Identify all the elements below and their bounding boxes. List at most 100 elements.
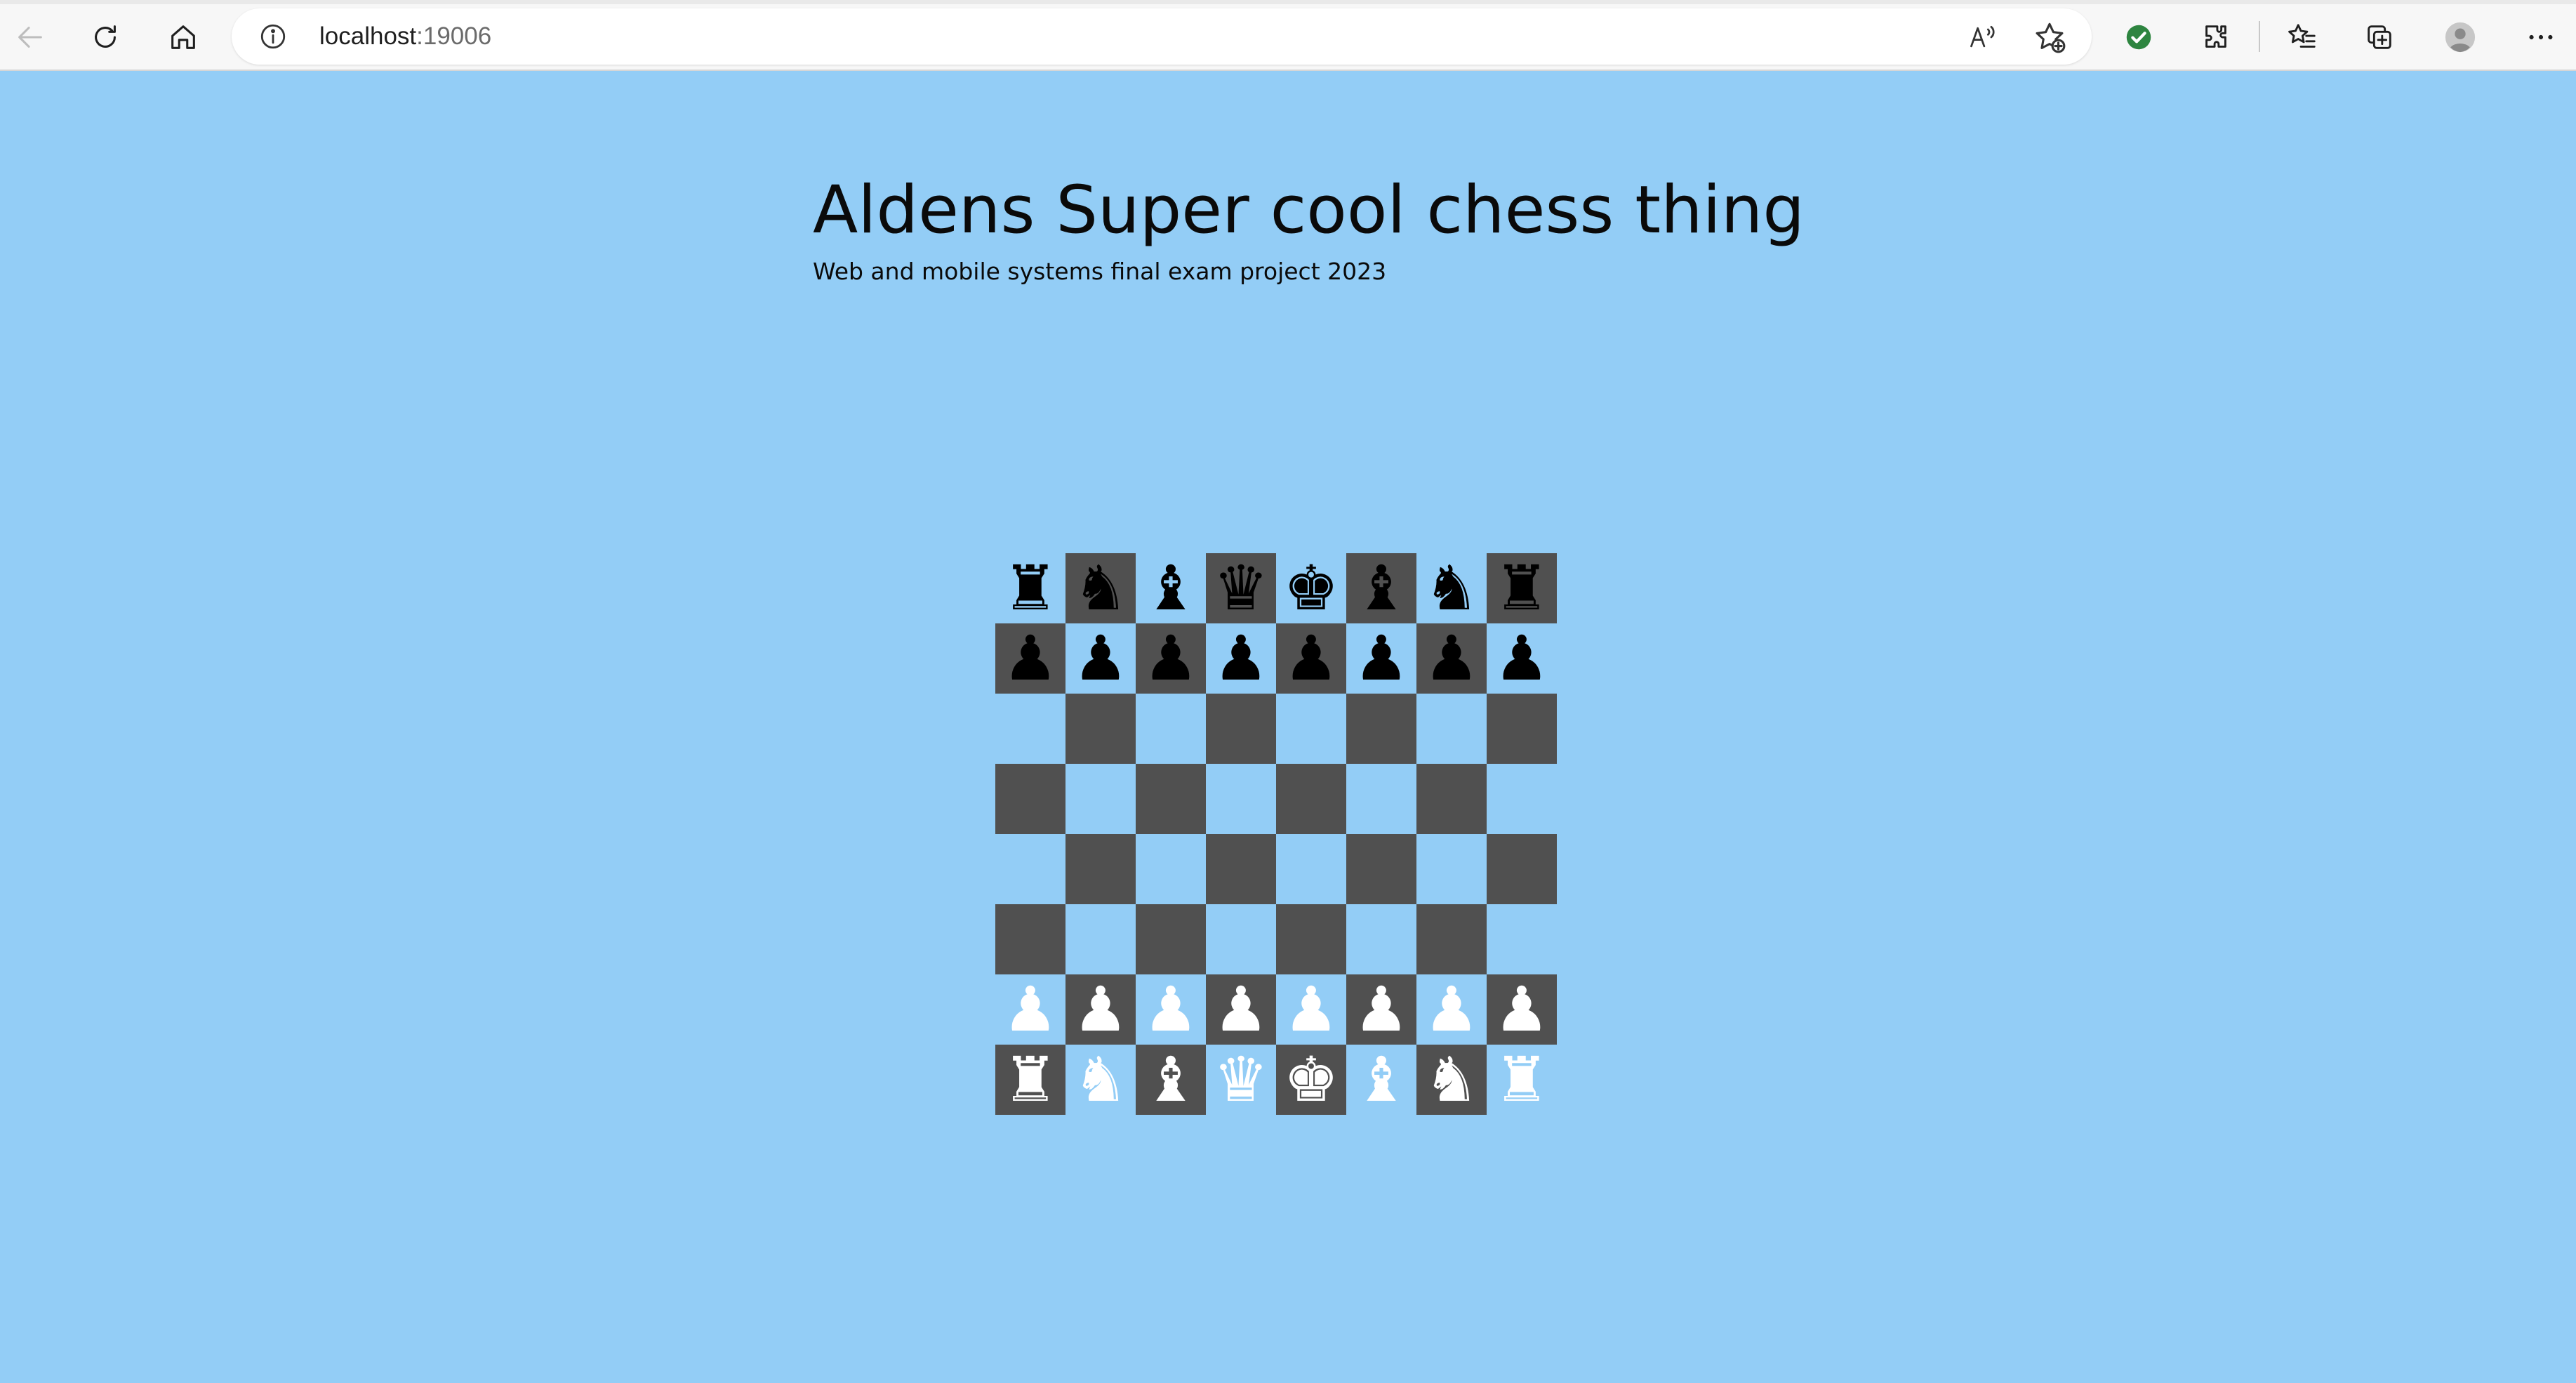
check-circle-icon[interactable]	[2114, 13, 2163, 62]
square-f1[interactable]: ♝	[1346, 1045, 1416, 1115]
square-a2[interactable]: ♟	[995, 974, 1065, 1045]
square-d1[interactable]: ♛	[1206, 1045, 1276, 1115]
square-b6[interactable]	[1065, 694, 1136, 764]
square-b8[interactable]: ♞	[1065, 553, 1136, 623]
square-f3[interactable]	[1346, 904, 1416, 974]
square-h1[interactable]: ♜	[1487, 1045, 1557, 1115]
black-pawn-piece[interactable]: ♟	[1284, 623, 1339, 694]
square-b3[interactable]	[1065, 904, 1136, 974]
white-pawn-piece[interactable]: ♟	[1143, 974, 1199, 1045]
white-queen-piece[interactable]: ♛	[1214, 1045, 1269, 1115]
add-favorite-icon[interactable]	[2032, 20, 2067, 55]
black-pawn-piece[interactable]: ♟	[1424, 623, 1480, 694]
square-f5[interactable]	[1346, 764, 1416, 834]
black-bishop-piece[interactable]: ♝	[1143, 553, 1199, 623]
black-knight-piece[interactable]: ♞	[1424, 553, 1480, 623]
black-bishop-piece[interactable]: ♝	[1354, 553, 1409, 623]
black-rook-piece[interactable]: ♜	[1494, 553, 1550, 623]
square-e5[interactable]	[1276, 764, 1346, 834]
square-h8[interactable]: ♜	[1487, 553, 1557, 623]
back-arrow-icon[interactable]	[6, 13, 55, 62]
square-f4[interactable]	[1346, 834, 1416, 904]
url-text[interactable]: localhost:19006	[319, 18, 491, 55]
black-knight-piece[interactable]: ♞	[1073, 553, 1129, 623]
square-f7[interactable]: ♟	[1346, 623, 1416, 694]
square-a3[interactable]	[995, 904, 1065, 974]
square-c3[interactable]	[1136, 904, 1206, 974]
white-bishop-piece[interactable]: ♝	[1143, 1045, 1199, 1115]
black-pawn-piece[interactable]: ♟	[1143, 623, 1199, 694]
black-pawn-piece[interactable]: ♟	[1494, 623, 1550, 694]
more-icon[interactable]	[2516, 13, 2565, 62]
square-d4[interactable]	[1206, 834, 1276, 904]
square-h7[interactable]: ♟	[1487, 623, 1557, 694]
square-a7[interactable]: ♟	[995, 623, 1065, 694]
square-f2[interactable]: ♟	[1346, 974, 1416, 1045]
square-g1[interactable]: ♞	[1416, 1045, 1487, 1115]
black-queen-piece[interactable]: ♛	[1214, 553, 1269, 623]
square-e7[interactable]: ♟	[1276, 623, 1346, 694]
read-aloud-icon[interactable]	[1965, 20, 2000, 55]
square-e6[interactable]	[1276, 694, 1346, 764]
square-c6[interactable]	[1136, 694, 1206, 764]
square-g5[interactable]	[1416, 764, 1487, 834]
square-g2[interactable]: ♟	[1416, 974, 1487, 1045]
square-h2[interactable]: ♟	[1487, 974, 1557, 1045]
refresh-icon[interactable]	[81, 13, 130, 62]
square-c7[interactable]: ♟	[1136, 623, 1206, 694]
address-bar[interactable]: localhost:19006	[232, 8, 2092, 65]
square-h4[interactable]	[1487, 834, 1557, 904]
square-b5[interactable]	[1065, 764, 1136, 834]
square-c1[interactable]: ♝	[1136, 1045, 1206, 1115]
puzzle-icon[interactable]	[2191, 13, 2240, 62]
square-g7[interactable]: ♟	[1416, 623, 1487, 694]
square-e1[interactable]: ♚	[1276, 1045, 1346, 1115]
square-g3[interactable]	[1416, 904, 1487, 974]
square-a4[interactable]	[995, 834, 1065, 904]
black-pawn-piece[interactable]: ♟	[1003, 623, 1058, 694]
white-rook-piece[interactable]: ♜	[1494, 1045, 1550, 1115]
white-knight-piece[interactable]: ♞	[1424, 1045, 1480, 1115]
square-d2[interactable]: ♟	[1206, 974, 1276, 1045]
square-f6[interactable]	[1346, 694, 1416, 764]
white-king-piece[interactable]: ♚	[1284, 1045, 1339, 1115]
square-h3[interactable]	[1487, 904, 1557, 974]
square-g4[interactable]	[1416, 834, 1487, 904]
favorites-icon[interactable]	[2278, 13, 2327, 62]
square-d3[interactable]	[1206, 904, 1276, 974]
square-a1[interactable]: ♜	[995, 1045, 1065, 1115]
white-pawn-piece[interactable]: ♟	[1354, 974, 1409, 1045]
square-g6[interactable]	[1416, 694, 1487, 764]
info-icon[interactable]	[258, 22, 288, 51]
square-h6[interactable]	[1487, 694, 1557, 764]
square-e8[interactable]: ♚	[1276, 553, 1346, 623]
black-king-piece[interactable]: ♚	[1284, 553, 1339, 623]
square-b1[interactable]: ♞	[1065, 1045, 1136, 1115]
white-pawn-piece[interactable]: ♟	[1424, 974, 1480, 1045]
white-bishop-piece[interactable]: ♝	[1354, 1045, 1409, 1115]
black-pawn-piece[interactable]: ♟	[1214, 623, 1269, 694]
square-c2[interactable]: ♟	[1136, 974, 1206, 1045]
square-a6[interactable]	[995, 694, 1065, 764]
white-pawn-piece[interactable]: ♟	[1073, 974, 1129, 1045]
square-e3[interactable]	[1276, 904, 1346, 974]
square-b4[interactable]	[1065, 834, 1136, 904]
square-d6[interactable]	[1206, 694, 1276, 764]
white-pawn-piece[interactable]: ♟	[1494, 974, 1550, 1045]
white-rook-piece[interactable]: ♜	[1003, 1045, 1058, 1115]
white-knight-piece[interactable]: ♞	[1073, 1045, 1129, 1115]
square-g8[interactable]: ♞	[1416, 553, 1487, 623]
white-pawn-piece[interactable]: ♟	[1284, 974, 1339, 1045]
white-pawn-piece[interactable]: ♟	[1003, 974, 1058, 1045]
profile-avatar-icon[interactable]	[2436, 13, 2485, 62]
black-rook-piece[interactable]: ♜	[1003, 553, 1058, 623]
square-d7[interactable]: ♟	[1206, 623, 1276, 694]
square-h5[interactable]	[1487, 764, 1557, 834]
square-c5[interactable]	[1136, 764, 1206, 834]
square-d5[interactable]	[1206, 764, 1276, 834]
black-pawn-piece[interactable]: ♟	[1354, 623, 1409, 694]
square-c8[interactable]: ♝	[1136, 553, 1206, 623]
square-d8[interactable]: ♛	[1206, 553, 1276, 623]
square-e4[interactable]	[1276, 834, 1346, 904]
square-b2[interactable]: ♟	[1065, 974, 1136, 1045]
